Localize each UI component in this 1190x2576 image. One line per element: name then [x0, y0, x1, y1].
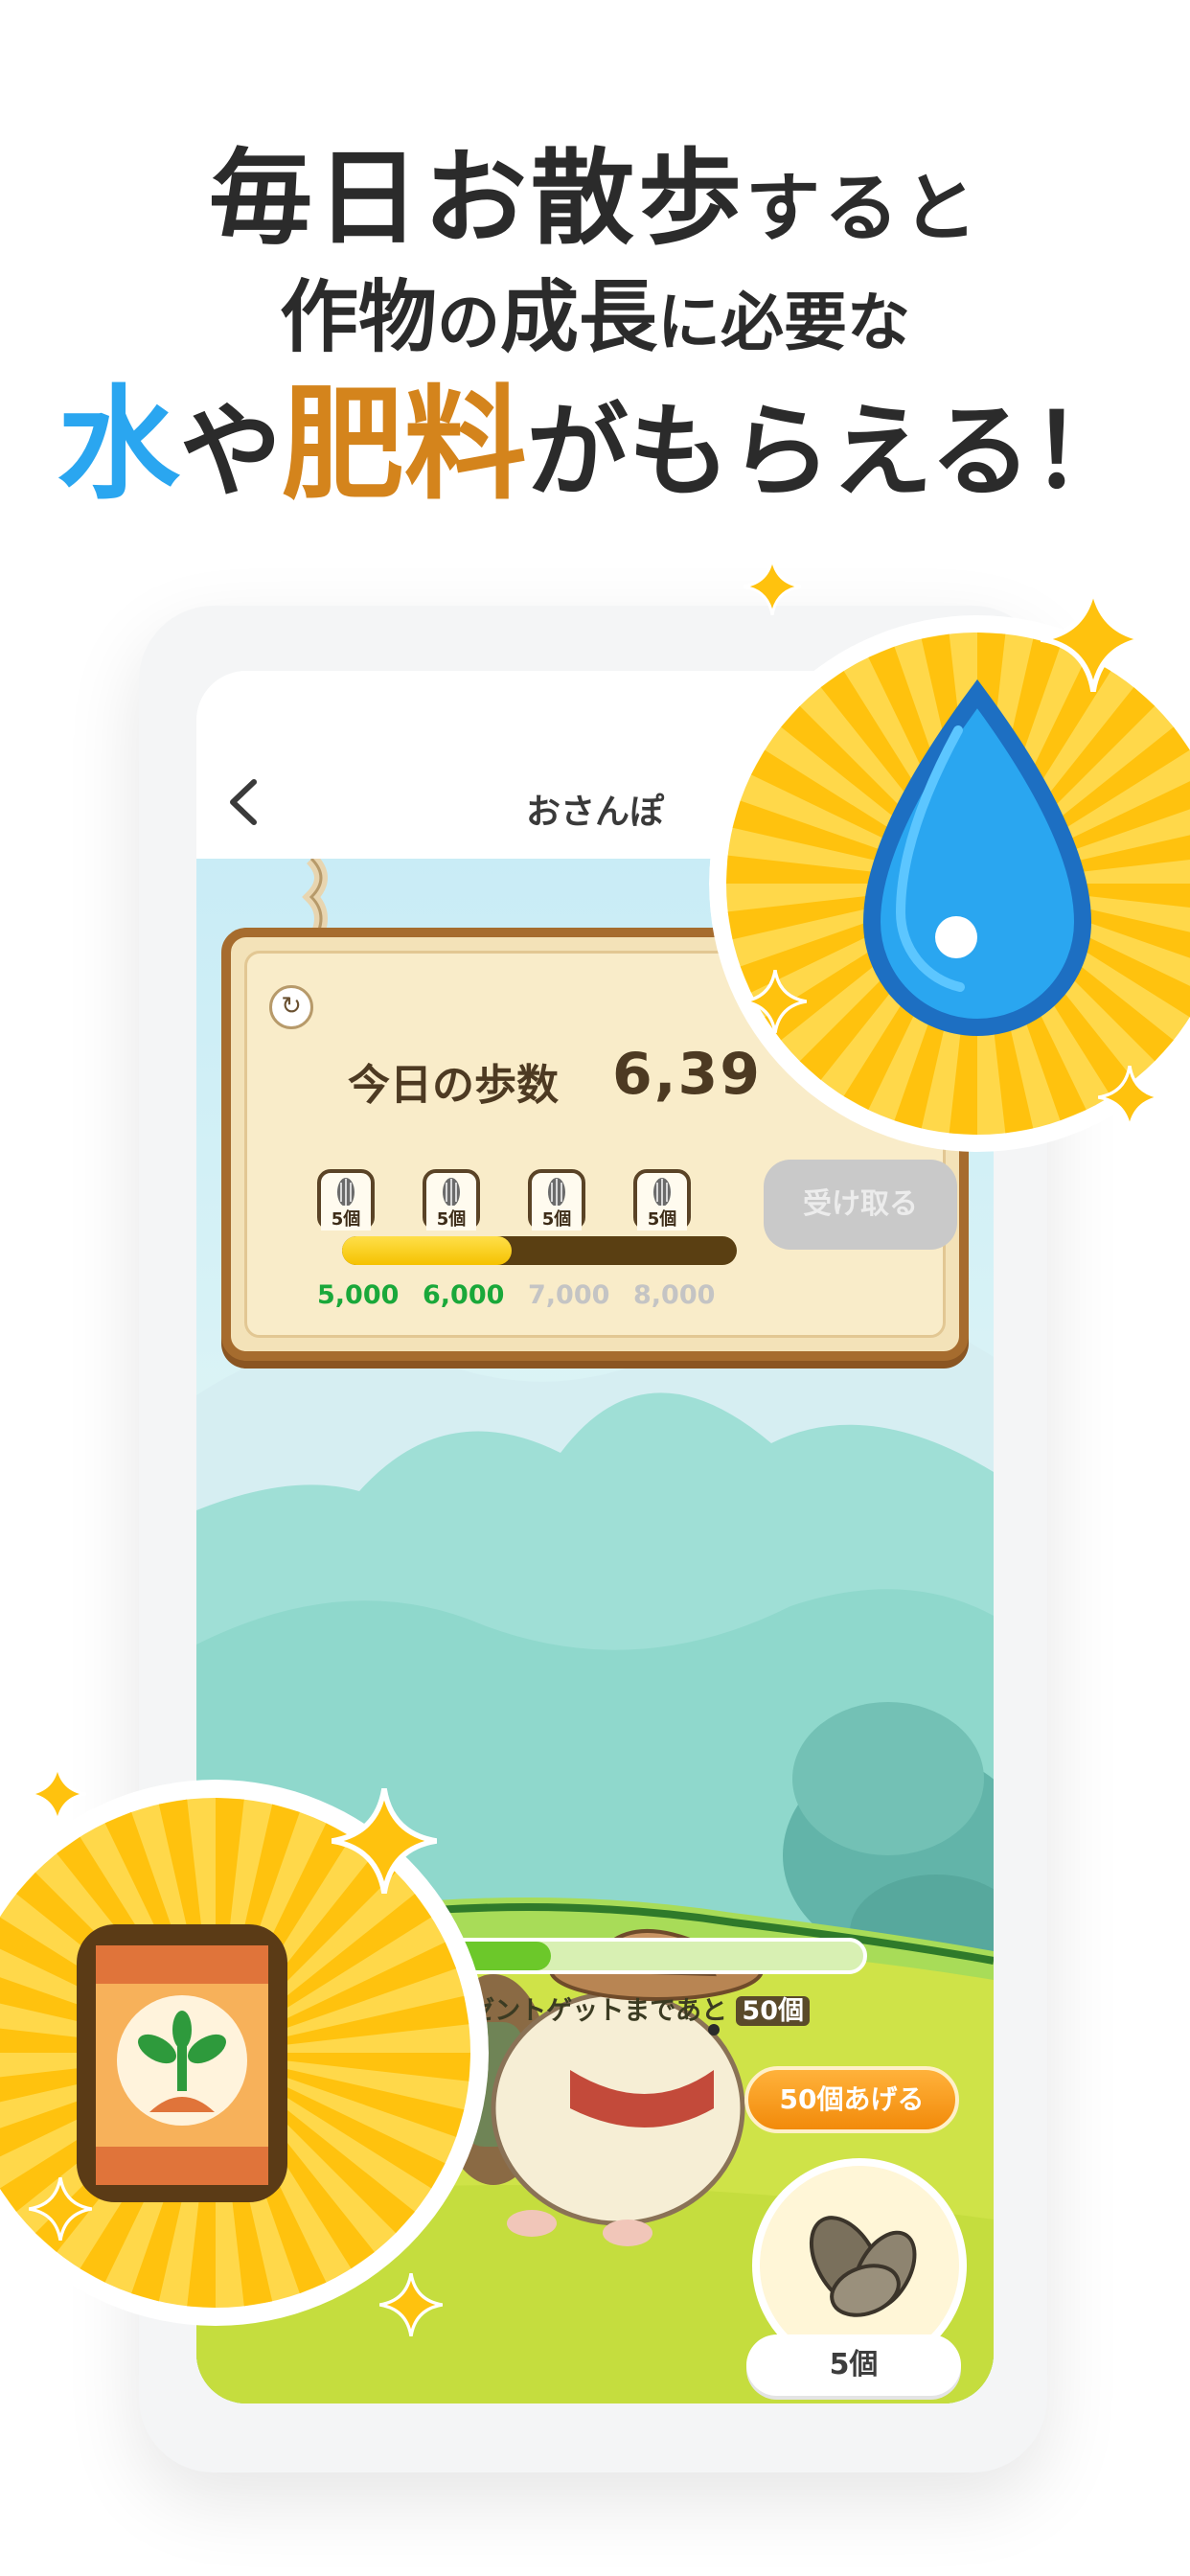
headline-text: がもらえる！ [526, 393, 1133, 511]
headline-text: 毎日お散歩 [208, 139, 745, 259]
sparkle-icon [29, 1765, 86, 1823]
headline-text: の [437, 286, 500, 359]
step-milestone: 8,000 [633, 1280, 716, 1310]
headline-line-3: 水や肥料がもらえる！ [0, 383, 1190, 515]
reward-count: 5個 [321, 1206, 371, 1230]
sunflower-seed-icon [548, 1178, 565, 1207]
sunflower-seed-icon [653, 1178, 671, 1207]
headline-fertilizer-text: 肥料 [281, 374, 527, 517]
headline-text: 成長 [500, 272, 658, 363]
headline-line-1: 毎日お散歩すると [0, 142, 1190, 266]
refresh-icon[interactable]: ↻ [269, 985, 313, 1029]
present-remaining: 50個 [736, 1996, 810, 2026]
sparkle-icon [1098, 1066, 1161, 1129]
headline-text: すると [745, 166, 982, 252]
sunflower-seed-icon [443, 1178, 460, 1207]
seed-count: 5個 [746, 2334, 961, 2396]
step-milestone: 7,000 [528, 1280, 610, 1310]
sparkle-icon [29, 2177, 92, 2241]
sparkle-icon [1041, 586, 1146, 692]
steps-label: 今日の歩数 [348, 1061, 559, 1110]
steps-value: 6,39 [612, 1041, 763, 1108]
reward-badge: 5個 [633, 1169, 691, 1230]
headline-text: 作物 [279, 272, 437, 363]
reward-count: 5個 [426, 1206, 476, 1230]
receive-button[interactable]: 受け取る [764, 1160, 957, 1250]
reward-badge: 5個 [423, 1169, 480, 1230]
headline-water-text: 水 [57, 374, 180, 517]
sparkle-icon [332, 1788, 437, 1894]
headline-text: に必要な [657, 286, 911, 359]
headline-line-2: 作物の成長に必要な [0, 270, 1190, 371]
steps-progress-bar [342, 1236, 737, 1265]
step-milestone: 6,000 [423, 1280, 505, 1310]
sparkle-icon [379, 2273, 443, 2336]
sunflower-seed-icon [337, 1178, 355, 1207]
reward-badge: 5個 [317, 1169, 375, 1230]
reward-badge: 5個 [528, 1169, 585, 1230]
headline-text: や [179, 393, 282, 511]
step-milestone: 5,000 [317, 1280, 400, 1310]
give-seeds-button[interactable]: 50個あげる [744, 2066, 959, 2133]
sparkle-icon [744, 558, 801, 615]
steps-progress-fill [342, 1236, 513, 1265]
reward-count: 5個 [532, 1206, 582, 1230]
sparkle-icon [744, 970, 807, 1033]
reward-count: 5個 [637, 1206, 687, 1230]
